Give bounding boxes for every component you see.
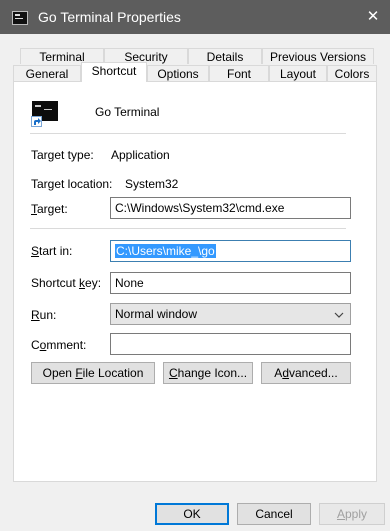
separator (30, 228, 346, 229)
cancel-button[interactable]: Cancel (237, 503, 311, 525)
comment-label: Comment: (31, 338, 87, 352)
ok-button[interactable]: OK (155, 503, 229, 525)
target-input[interactable]: C:\Windows\System32\cmd.exe (110, 197, 351, 219)
apply-button[interactable]: Apply (319, 503, 385, 525)
close-icon: ✕ (366, 8, 380, 25)
tab-colors[interactable]: Colors (327, 65, 377, 81)
target-type-label: Target type: (31, 148, 94, 162)
run-label: Run: (31, 308, 57, 322)
tab-shortcut[interactable]: Shortcut (81, 62, 147, 82)
comment-input[interactable] (110, 333, 351, 355)
target-type-value: Application (111, 148, 170, 162)
shortcut-arrow-icon (31, 116, 42, 127)
change-icon-button[interactable]: Change Icon... (163, 362, 253, 384)
tab-general[interactable]: General (13, 65, 81, 81)
start-in-label: Start in: (31, 244, 73, 258)
shortcut-key-input[interactable]: None (110, 272, 351, 294)
tab-options[interactable]: Options (147, 65, 209, 81)
advanced-button[interactable]: Advanced... (261, 362, 351, 384)
tab-layout[interactable]: Layout (269, 65, 327, 81)
chevron-down-icon (334, 307, 344, 327)
tab-details[interactable]: Details (188, 48, 262, 64)
console-icon (12, 11, 28, 25)
start-in-input[interactable]: C:\Users\mike_\go (110, 240, 351, 262)
open-file-location-button[interactable]: Open File Location (31, 362, 155, 384)
tab-font[interactable]: Font (209, 65, 269, 81)
close-button[interactable]: ✕ (356, 0, 390, 34)
separator (30, 133, 346, 134)
properties-window: Go Terminal Properties ✕ Terminal Securi… (0, 0, 390, 531)
target-label: Target: (31, 202, 68, 216)
run-select[interactable]: Normal window (110, 303, 351, 325)
tab-previous-versions[interactable]: Previous Versions (262, 48, 374, 64)
shortcut-key-label: Shortcut key: (31, 276, 102, 290)
window-title: Go Terminal Properties (38, 9, 181, 25)
target-location-label: Target location: (31, 177, 113, 191)
shortcut-name: Go Terminal (95, 105, 160, 119)
title-bar[interactable]: Go Terminal Properties ✕ (0, 0, 390, 34)
target-location-value: System32 (125, 177, 179, 191)
